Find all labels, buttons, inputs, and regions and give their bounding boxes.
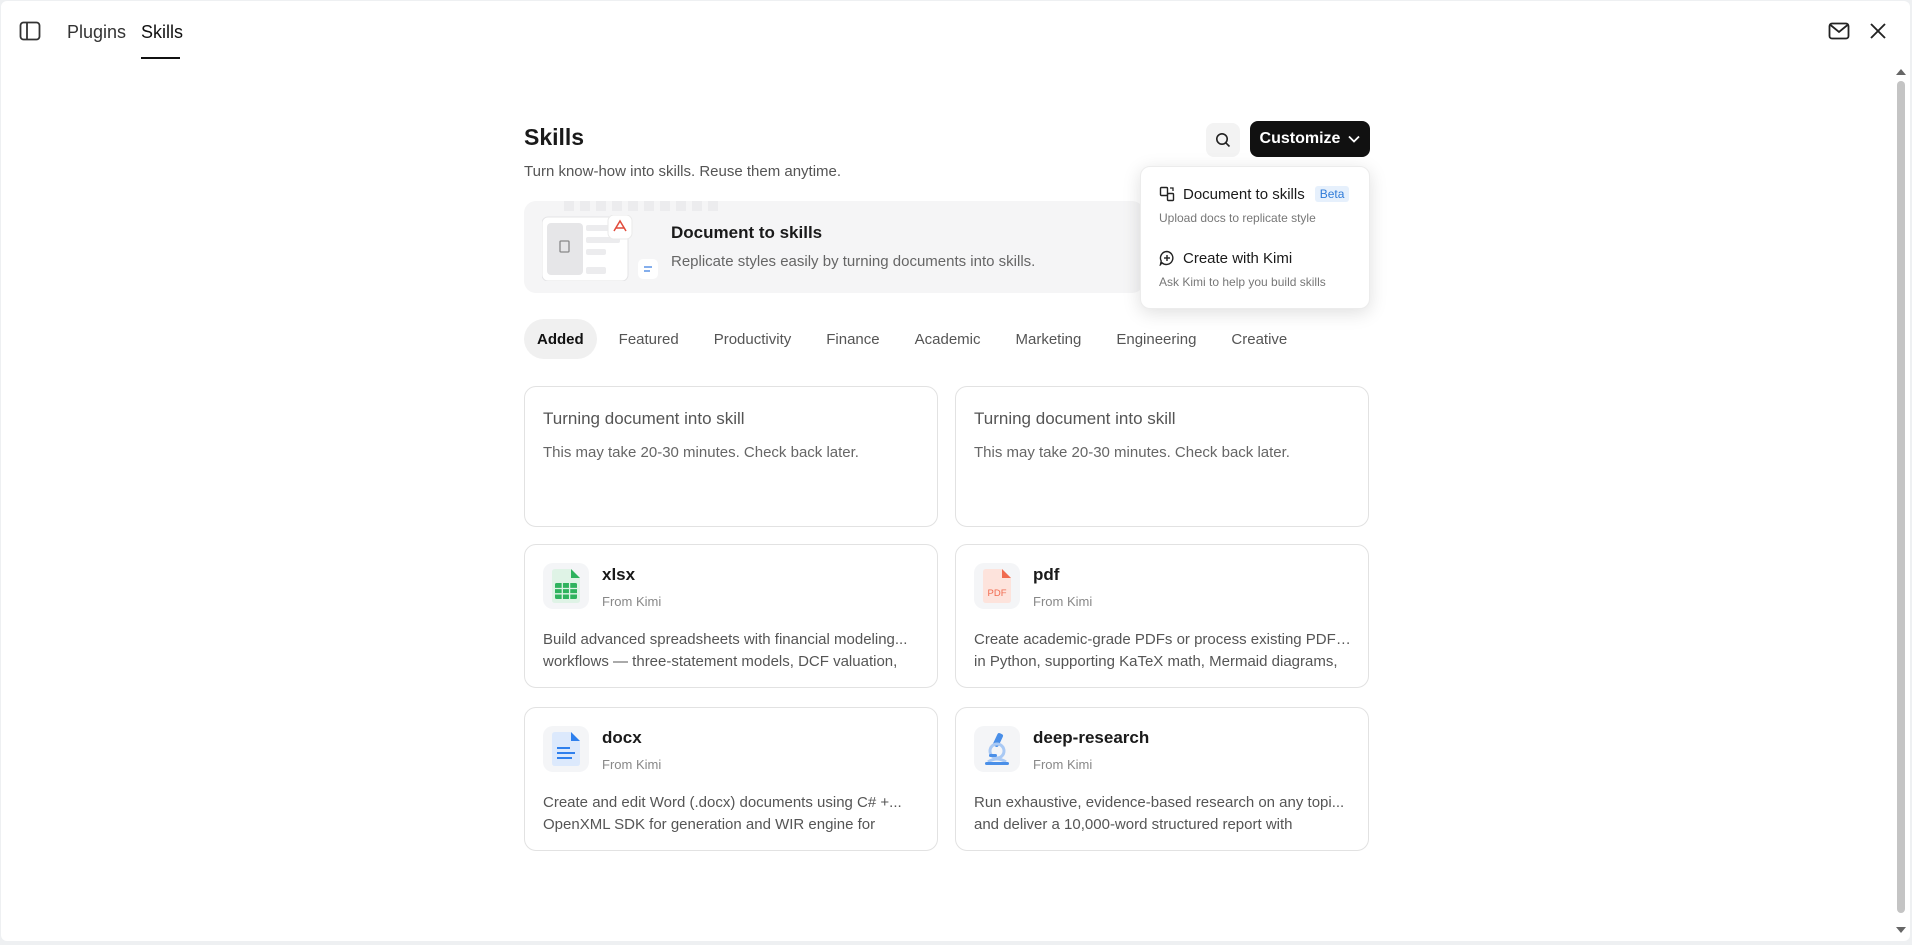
active-tab-underline bbox=[141, 57, 180, 59]
document-convert-icon bbox=[1159, 186, 1175, 202]
skill-icon-container bbox=[543, 563, 589, 609]
microscope-icon bbox=[985, 733, 1009, 765]
skill-icon-container: PDF bbox=[974, 563, 1020, 609]
app-window: Plugins Skills Skills Turn know-how into… bbox=[1, 1, 1910, 941]
category-tab-added[interactable]: Added bbox=[524, 319, 597, 359]
banner-decoration bbox=[564, 201, 718, 211]
skill-description-line: OpenXML SDK for generation and WIR engin… bbox=[543, 816, 876, 833]
banner-description: Replicate styles easily by turning docum… bbox=[671, 253, 1036, 270]
pending-card-title: Turning document into skill bbox=[543, 409, 745, 428]
skill-description-line: workflows — three-statement models, DCF … bbox=[543, 653, 898, 670]
skill-card-pdf[interactable]: PDF pdf From Kimi Create academic-grade … bbox=[955, 544, 1369, 688]
category-tab-marketing[interactable]: Marketing bbox=[1015, 319, 1099, 359]
document-to-skills-banner[interactable]: Document to skills Replicate styles easi… bbox=[524, 201, 1144, 293]
beta-badge: Beta bbox=[1314, 186, 1350, 202]
word-document-icon bbox=[552, 732, 580, 766]
skill-source: From Kimi bbox=[1033, 757, 1093, 772]
top-bar: Plugins Skills bbox=[1, 1, 1910, 63]
banner-title: Document to skills bbox=[671, 223, 823, 242]
skill-source: From Kimi bbox=[602, 594, 662, 609]
category-tab-featured[interactable]: Featured bbox=[619, 319, 697, 359]
skill-name: pdf bbox=[1033, 565, 1060, 584]
vertical-scrollbar[interactable] bbox=[1892, 63, 1910, 941]
skill-card-deep-research[interactable]: deep-research From Kimi Run exhaustive, … bbox=[955, 707, 1369, 851]
page-subtitle: Turn know-how into skills. Reuse them an… bbox=[524, 163, 842, 180]
skill-description-line: Run exhaustive, evidence-based research … bbox=[974, 794, 1345, 811]
category-tab-productivity[interactable]: Productivity bbox=[714, 319, 810, 359]
pending-skill-card[interactable]: Turning document into skill This may tak… bbox=[524, 386, 938, 527]
skill-card-docx[interactable]: docx From Kimi Create and edit Word (.do… bbox=[524, 707, 938, 851]
category-tab-academic[interactable]: Academic bbox=[915, 319, 999, 359]
document-illustration-icon bbox=[542, 215, 633, 281]
spreadsheet-icon bbox=[552, 569, 580, 603]
skill-description: Build advanced spreadsheets with financi… bbox=[543, 629, 923, 673]
sidebar-toggle-icon[interactable] bbox=[19, 21, 41, 41]
tab-plugins[interactable]: Plugins bbox=[67, 21, 126, 43]
pending-card-description: This may take 20-30 minutes. Check back … bbox=[543, 444, 859, 461]
menu-item-document-to-skills[interactable]: Document to skills Beta Upload docs to r… bbox=[1159, 183, 1359, 225]
skill-description-line: and deliver a 10,000-word structured rep… bbox=[974, 816, 1293, 833]
category-tab-engineering[interactable]: Engineering bbox=[1116, 319, 1214, 359]
skill-description-line: Build advanced spreadsheets with financi… bbox=[543, 631, 908, 648]
skill-name: xlsx bbox=[602, 565, 636, 584]
customize-dropdown-menu: Document to skills Beta Upload docs to r… bbox=[1140, 166, 1370, 309]
skill-description: Create and edit Word (.docx) documents u… bbox=[543, 792, 923, 836]
close-icon[interactable] bbox=[1868, 21, 1888, 41]
skill-icon-container bbox=[543, 726, 589, 772]
doc-badge-icon bbox=[638, 259, 658, 279]
menu-item-label: Create with Kimi bbox=[1183, 249, 1293, 267]
scroll-thumb[interactable] bbox=[1897, 81, 1905, 913]
search-icon bbox=[1216, 133, 1231, 148]
skill-source: From Kimi bbox=[602, 757, 662, 772]
menu-item-description: Upload docs to replicate style bbox=[1159, 211, 1316, 225]
page-title: Skills bbox=[524, 124, 585, 150]
mail-icon[interactable] bbox=[1828, 22, 1850, 40]
menu-item-description: Ask Kimi to help you build skills bbox=[1159, 275, 1326, 289]
scroll-down-arrow-icon[interactable] bbox=[1896, 927, 1906, 933]
skill-description-line: in Python, supporting KaTeX math, Mermai… bbox=[974, 653, 1338, 670]
customize-button[interactable]: Customize bbox=[1250, 121, 1370, 157]
category-tab-creative[interactable]: Creative bbox=[1231, 319, 1305, 359]
pending-card-description: This may take 20-30 minutes. Check back … bbox=[974, 444, 1290, 461]
skill-name: docx bbox=[602, 728, 642, 747]
pending-skill-card[interactable]: Turning document into skill This may tak… bbox=[955, 386, 1369, 527]
scroll-up-arrow-icon[interactable] bbox=[1896, 69, 1906, 75]
pdf-icon-text: PDF bbox=[988, 588, 1007, 599]
menu-item-label: Document to skills bbox=[1183, 185, 1305, 203]
tab-skills[interactable]: Skills bbox=[141, 21, 183, 43]
skill-description: Run exhaustive, evidence-based research … bbox=[974, 792, 1354, 836]
skill-icon-container bbox=[974, 726, 1020, 772]
customize-label: Customize bbox=[1259, 130, 1341, 147]
menu-item-create-with-kimi[interactable]: Create with Kimi Ask Kimi to help you bu… bbox=[1159, 247, 1359, 290]
search-button[interactable] bbox=[1206, 123, 1240, 157]
skill-card-xlsx[interactable]: xlsx From Kimi Build advanced spreadshee… bbox=[524, 544, 938, 688]
skill-name: deep-research bbox=[1033, 728, 1150, 747]
skill-description-line: Create and edit Word (.docx) documents u… bbox=[543, 794, 902, 811]
category-tabs: Added Featured Productivity Finance Acad… bbox=[524, 319, 1322, 359]
skill-description: Create academic-grade PDFs or process ex… bbox=[974, 629, 1354, 673]
chevron-down-icon bbox=[1348, 135, 1361, 143]
category-tab-finance[interactable]: Finance bbox=[826, 319, 897, 359]
skill-source: From Kimi bbox=[1033, 594, 1093, 609]
chat-plus-icon bbox=[1159, 250, 1174, 266]
pdf-file-icon: PDF bbox=[983, 569, 1011, 603]
skill-description-line: Create academic-grade PDFs or process ex… bbox=[974, 631, 1354, 648]
pending-card-title: Turning document into skill bbox=[974, 409, 1176, 428]
